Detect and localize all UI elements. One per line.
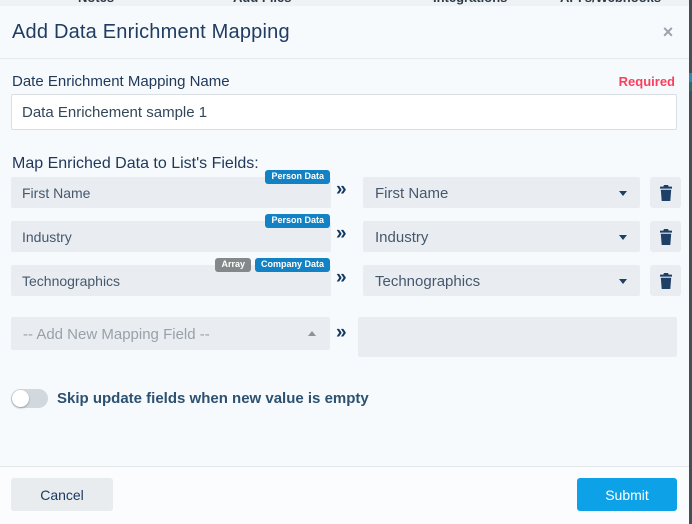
background-nav-item: Integrations [433, 0, 507, 5]
mapping-row: First Name Person Data » First Name [0, 170, 689, 208]
target-field-select[interactable]: Industry [363, 221, 640, 252]
background-nav-item: API's/Webhooks [560, 0, 661, 5]
target-field-value: Industry [375, 229, 429, 246]
chevron-down-icon [619, 235, 627, 240]
source-field: First Name Person Data [11, 170, 331, 208]
cancel-button[interactable]: Cancel [11, 478, 113, 511]
map-arrow-icon: » [336, 267, 347, 288]
badge-group: Array Company Data [215, 258, 330, 272]
map-arrow-icon: » [336, 223, 347, 244]
trash-icon [659, 184, 673, 201]
mapping-row: Industry Person Data » Industry [0, 214, 689, 252]
add-new-mapping-placeholder: -- Add New Mapping Field -- [23, 326, 210, 343]
delete-mapping-button[interactable] [650, 221, 681, 252]
skip-update-row: Skip update fields when new value is emp… [0, 389, 689, 411]
source-field-label: Industry [22, 229, 72, 245]
submit-button[interactable]: Submit [577, 478, 677, 511]
skip-update-toggle[interactable] [11, 389, 48, 408]
mapping-name-label: Date Enrichment Mapping Name [12, 73, 230, 90]
dialog-title: Add Data Enrichment Mapping [12, 21, 290, 43]
close-icon[interactable]: × [659, 23, 677, 41]
array-badge: Array [215, 258, 251, 272]
badge-group: Person Data [265, 214, 330, 228]
map-fields-section-label: Map Enriched Data to List's Fields: [12, 155, 259, 172]
target-field-value: Technographics [375, 273, 481, 290]
person-data-badge: Person Data [265, 214, 330, 228]
map-arrow-icon: » [336, 322, 347, 343]
background-nav-item: Notes [78, 0, 114, 5]
chevron-down-icon [619, 279, 627, 284]
chevron-up-icon [308, 331, 316, 336]
required-badge: Required [618, 74, 675, 89]
person-data-badge: Person Data [265, 170, 330, 184]
trash-icon [659, 228, 673, 245]
dialog-header: Add Data Enrichment Mapping × [0, 6, 689, 59]
badge-group: Person Data [265, 170, 330, 184]
target-field-select[interactable]: Technographics [363, 265, 640, 296]
chevron-down-icon [619, 191, 627, 196]
delete-mapping-button[interactable] [650, 177, 681, 208]
mapping-row: Technographics Array Company Data » Tech… [0, 258, 689, 296]
source-field: Technographics Array Company Data [11, 258, 331, 296]
target-field-value: First Name [375, 185, 449, 202]
target-field-select[interactable]: First Name [363, 177, 640, 208]
toggle-knob [12, 390, 29, 407]
source-field-label: First Name [22, 185, 91, 201]
add-data-enrichment-mapping-dialog: Add Data Enrichment Mapping × Date Enric… [0, 6, 689, 524]
delete-mapping-button[interactable] [650, 265, 681, 296]
company-data-badge: Company Data [254, 258, 330, 272]
source-field: Industry Person Data [11, 214, 331, 252]
map-arrow-icon: » [336, 179, 347, 200]
mapping-name-input[interactable] [11, 94, 677, 130]
source-field-label: Technographics [22, 273, 121, 289]
dialog-footer: Cancel Submit [0, 466, 689, 524]
add-mapping-row: -- Add New Mapping Field -- » [0, 317, 689, 363]
add-new-mapping-field-select[interactable]: -- Add New Mapping Field -- [11, 317, 330, 350]
skip-update-label: Skip update fields when new value is emp… [57, 390, 369, 407]
background-nav-item: Add Files [233, 0, 292, 5]
screen: Notes Add Files Integrations API's/Webho… [0, 0, 692, 524]
empty-target-field [358, 317, 677, 357]
trash-icon [659, 272, 673, 289]
